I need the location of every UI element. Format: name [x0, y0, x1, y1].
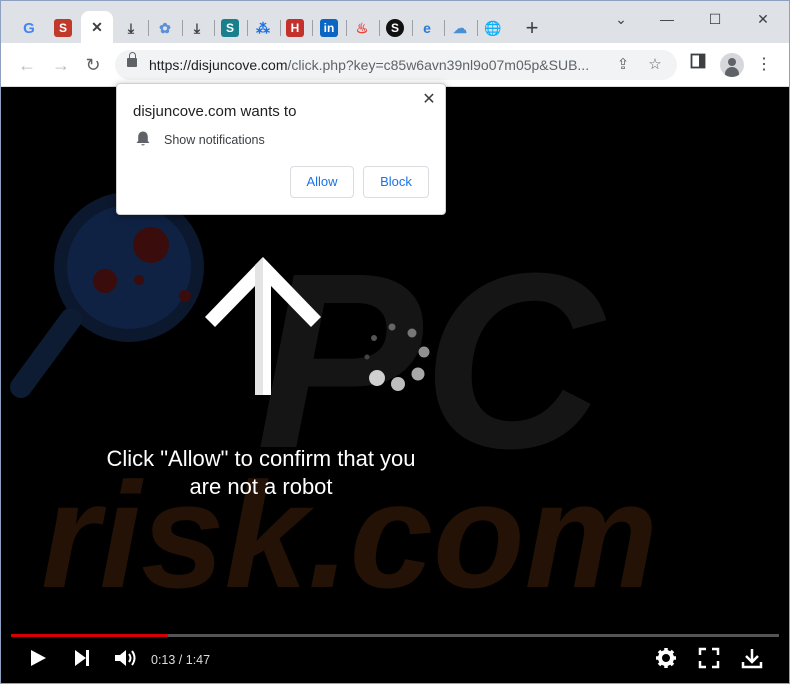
download-icon: ⤓	[127, 19, 135, 36]
permission-label: Show notifications	[164, 133, 265, 147]
edge-icon: e	[423, 20, 431, 36]
address-bar[interactable]: https://disjuncove.com/click.php?key=c85…	[115, 50, 677, 80]
reload-icon[interactable]: ↻	[81, 53, 105, 77]
fullscreen-icon[interactable]	[698, 647, 720, 669]
browser-tab[interactable]: e	[411, 12, 443, 44]
video-progress-fill	[11, 634, 168, 637]
flame-icon: ♨	[355, 19, 369, 36]
video-time: 0:13 / 1:47	[151, 653, 211, 667]
maximize-icon[interactable]: ☐	[705, 9, 725, 29]
url-text[interactable]: https://disjuncove.com/click.php?key=c85…	[149, 57, 599, 73]
share-icon[interactable]: ⇪	[613, 55, 633, 75]
robot-verification-message: Click "Allow" to confirm that you are no…	[61, 445, 461, 501]
grid-icon: ⁂	[256, 19, 270, 36]
message-line-2: are not a robot	[189, 474, 333, 499]
browser-tab[interactable]: ⤓	[181, 12, 213, 44]
side-panel-icon[interactable]	[686, 53, 710, 77]
browser-tab[interactable]: ⁂	[247, 12, 279, 44]
cloud-icon: ☁	[453, 19, 467, 36]
s-teal-icon: S	[221, 19, 239, 37]
browser-window: G S ✕ ⤓ ✿ ⤓ S ⁂ Hin ♨ Se ☁ 🌐 + ⌄ — ☐ ✕ ← → ↻ https:/…	[0, 0, 790, 684]
video-progress-bar[interactable]	[11, 634, 779, 637]
browser-tab[interactable]: ♨	[346, 12, 378, 44]
browser-tab[interactable]: 🌐	[477, 12, 509, 44]
loading-spinner-icon	[364, 323, 430, 391]
back-icon[interactable]: ←	[15, 53, 39, 77]
browser-tab[interactable]: ✿	[149, 12, 181, 44]
globe-icon: 🌐	[484, 19, 502, 36]
browser-tab[interactable]: ✕	[81, 11, 113, 44]
up-arrow-icon	[205, 257, 321, 395]
download-icon: ⤓	[193, 19, 201, 36]
browser-tab[interactable]: S	[379, 12, 411, 44]
puzzle-blue-icon: ✿	[159, 19, 171, 36]
s-black-icon: S	[386, 19, 404, 37]
url-path: /click.php?key=c85w6avn39nl9o07m05p&SUB.…	[287, 57, 590, 73]
browser-tab[interactable]: S	[47, 12, 79, 44]
minimize-icon[interactable]: —	[657, 9, 677, 29]
forward-icon[interactable]: →	[49, 53, 73, 77]
popup-close-icon[interactable]: ✕	[419, 90, 439, 110]
message-line-1: Click "Allow" to confirm that you	[106, 446, 416, 471]
linkedin-icon: in	[320, 19, 338, 37]
profile-avatar-icon[interactable]	[720, 53, 744, 77]
browser-toolbar: ← → ↻ https://disjuncove.com/click.php?k…	[1, 43, 789, 87]
allow-button[interactable]: Allow	[290, 166, 354, 198]
notification-permission-popup: disjuncove.com wants to ✕ Show notificat…	[116, 83, 446, 215]
bookmark-star-icon[interactable]: ☆	[645, 55, 665, 75]
download-video-icon[interactable]	[741, 647, 763, 669]
popup-title: disjuncove.com wants to	[133, 103, 297, 120]
browser-tab[interactable]: G	[13, 12, 45, 44]
block-button[interactable]: Block	[363, 166, 429, 198]
browser-tab[interactable]: S	[214, 12, 246, 44]
url-host: https://disjuncove.com	[149, 57, 288, 73]
google-icon: G	[23, 19, 35, 37]
h-red-icon: H	[286, 19, 304, 37]
window-close-icon[interactable]: ✕	[753, 9, 773, 29]
browser-tab[interactable]: H	[279, 12, 311, 44]
next-icon[interactable]	[71, 647, 93, 669]
bell-icon	[136, 131, 150, 146]
lock-icon[interactable]	[127, 52, 137, 67]
new-tab-button[interactable]: +	[521, 17, 543, 40]
settings-gear-icon[interactable]	[655, 647, 677, 669]
s-red-icon: S	[54, 19, 72, 37]
browser-tab[interactable]: ⤓	[115, 12, 147, 44]
tab-search-icon[interactable]: ⌄	[611, 9, 631, 29]
menu-kebab-icon[interactable]: ⋮	[752, 53, 776, 77]
play-icon[interactable]	[27, 647, 49, 669]
browser-tab[interactable]: ☁	[444, 12, 476, 44]
volume-icon[interactable]	[113, 647, 139, 669]
browser-tab[interactable]: in	[313, 12, 345, 44]
tab-strip: G S ✕ ⤓ ✿ ⤓ S ⁂ Hin ♨ Se ☁ 🌐 + ⌄ — ☐ ✕	[1, 1, 789, 44]
close-icon[interactable]: ✕	[88, 19, 106, 37]
